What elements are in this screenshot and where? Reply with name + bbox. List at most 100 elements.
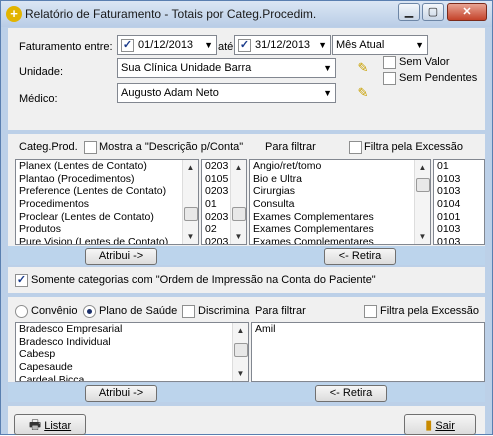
filtra-excecao-checkbox[interactable] [349,141,362,154]
scroll-down-icon[interactable]: ▼ [233,366,248,381]
unidade-select[interactable]: Sua Clínica Unidade Barra ▼ [117,58,336,78]
list-item[interactable]: Planex (Lentes de Contato) [16,160,198,173]
list-item[interactable]: 0103 [434,223,484,236]
list-item[interactable]: Capesaude [16,361,248,374]
scroll-up-icon[interactable]: ▲ [415,160,430,175]
listar-label: Listar [44,420,72,432]
scroll-down-icon[interactable]: ▼ [415,229,430,244]
sem-valor-checkbox[interactable] [383,56,396,69]
date-start-value: 01/12/2013 [138,39,194,51]
plano-saude-label: Plano de Saúde [99,305,178,317]
maximize-button[interactable]: ▢ [422,3,444,21]
filtra-excecao-convenio-checkbox[interactable] [364,305,377,318]
categorias-disponiveis-list[interactable]: Planex (Lentes de Contato) Plantao (Proce… [15,159,199,245]
medico-value: Augusto Adam Neto [121,87,219,99]
planos-disponiveis-list[interactable]: Bradesco Empresarial Bradesco Individual C… [15,322,249,382]
list-item[interactable]: Proclear (Lentes de Contato) [16,211,198,224]
app-plus-icon: + [6,6,22,22]
list-item[interactable]: 0104 [434,198,484,211]
list-item[interactable]: Procedimentos [16,198,198,211]
list-item[interactable]: 0103 [434,173,484,186]
scroll-up-icon[interactable]: ▲ [183,160,198,175]
list-item[interactable]: 01 [434,160,484,173]
filtra-excecao-label: Filtra pela Excessão [364,141,464,153]
categorias-selecionadas-list[interactable]: Angio/ret/tomo Bio e Ultra Cirurgias Consul… [249,159,431,245]
para-filtrar-label: Para filtrar [265,141,316,153]
convenio-label: Convênio [31,305,78,317]
listar-button[interactable]: 🖶 Listar [14,414,86,435]
list-item[interactable]: Angio/ret/tomo [250,160,430,173]
ate-label: até [218,41,234,53]
scroll-down-icon[interactable]: ▼ [183,229,198,244]
list-item[interactable]: Bradesco Empresarial [16,323,248,336]
somente-categorias-checkbox[interactable]: ✓ [15,274,28,287]
retira-plano-button[interactable]: <- Retira [315,385,387,402]
plano-saude-radio[interactable] [83,305,96,318]
action-band [8,246,485,265]
discrimina-checkbox[interactable] [182,305,195,318]
categ-prod-label: Categ.Prod. [19,141,78,153]
date-start-picker[interactable]: ✓ 01/12/2013 ▼ [117,35,217,55]
scroll-up-icon[interactable]: ▲ [233,323,248,338]
periodo-preset-value: Mês Atual [336,39,385,51]
scroll-thumb[interactable] [234,343,248,357]
scroll-thumb[interactable] [184,207,198,221]
scrollbar[interactable]: ▲ ▼ [414,160,430,244]
sair-label: Sair [435,420,455,432]
list-item[interactable]: Pure Vision (Lentes de Contato) [16,236,198,244]
sem-valor-label: Sem Valor [399,56,450,68]
printer-icon: 🖶 [28,417,42,432]
action-band [8,383,485,402]
convenio-radio[interactable] [15,305,28,318]
minimize-button[interactable]: ▁ [398,3,420,21]
lookup-icon[interactable]: ✎ [354,85,372,101]
list-item[interactable]: 0101 [434,211,484,224]
scroll-thumb[interactable] [232,207,246,221]
list-item[interactable]: Preference (Lentes de Contato) [16,185,198,198]
sair-button[interactable]: ▮ Sair [404,414,476,435]
date-end-checkbox[interactable]: ✓ [238,39,251,52]
close-button[interactable]: ✕ [447,3,487,21]
list-item[interactable]: Amil [252,323,484,336]
list-item[interactable]: Produtos [16,223,198,236]
scrollbar[interactable]: ▲ ▼ [182,160,198,244]
para-filtrar-label: Para filtrar [255,305,306,317]
date-start-checkbox[interactable]: ✓ [121,39,134,52]
retira-categoria-button[interactable]: <- Retira [324,248,396,265]
scrollbar[interactable]: ▲ ▼ [232,323,248,381]
lookup-icon[interactable]: ✎ [354,60,372,76]
date-end-picker[interactable]: ✓ 31/12/2013 ▼ [234,35,331,55]
scrollbar[interactable]: ▲ ▼ [230,160,246,244]
planos-selecionados-list[interactable]: Amil [251,322,485,382]
list-item[interactable]: Plantao (Procedimentos) [16,173,198,186]
list-item[interactable]: 0103 [434,236,484,244]
exit-door-icon: ▮ [425,417,433,432]
scroll-thumb[interactable] [416,178,430,192]
list-item[interactable]: Cabesp [16,348,248,361]
list-item[interactable]: Cardeal Bicca [16,374,248,381]
report-window: + Relatório de Faturamento - Totais por … [0,0,493,435]
medico-select[interactable]: Augusto Adam Neto ▼ [117,83,336,103]
atribui-plano-button[interactable]: Atribui -> [85,385,157,402]
mostra-descricao-checkbox[interactable] [84,141,97,154]
categorias-selecionadas-codigos-list[interactable]: 01 0103 0103 0104 0101 0103 0103 [433,159,485,245]
scroll-down-icon[interactable]: ▼ [231,229,246,244]
unidade-label: Unidade: [19,66,64,78]
list-item[interactable]: Bio e Ultra [250,173,430,186]
list-item[interactable]: Exames Complementares [250,236,430,244]
filtra-excecao-convenio-label: Filtra pela Excessão [380,305,480,317]
discrimina-label: Discrimina [198,305,250,317]
list-item[interactable]: Exames Complementares [250,223,430,236]
list-item[interactable]: Bradesco Individual [16,336,248,349]
list-item[interactable]: Exames Complementares [250,211,430,224]
list-item[interactable]: 0103 [434,185,484,198]
atribui-categoria-button[interactable]: Atribui -> [85,248,157,265]
title-bar[interactable]: + Relatório de Faturamento - Totais por … [1,1,492,27]
mostra-descricao-label: Mostra a "Descrição p/Conta" [99,141,244,153]
periodo-preset-select[interactable]: Mês Atual ▼ [332,35,428,55]
list-item[interactable]: Consulta [250,198,430,211]
list-item[interactable]: Cirurgias [250,185,430,198]
sem-pendentes-checkbox[interactable] [383,72,396,85]
chevron-down-icon: ▼ [415,40,424,50]
scroll-up-icon[interactable]: ▲ [231,160,246,175]
